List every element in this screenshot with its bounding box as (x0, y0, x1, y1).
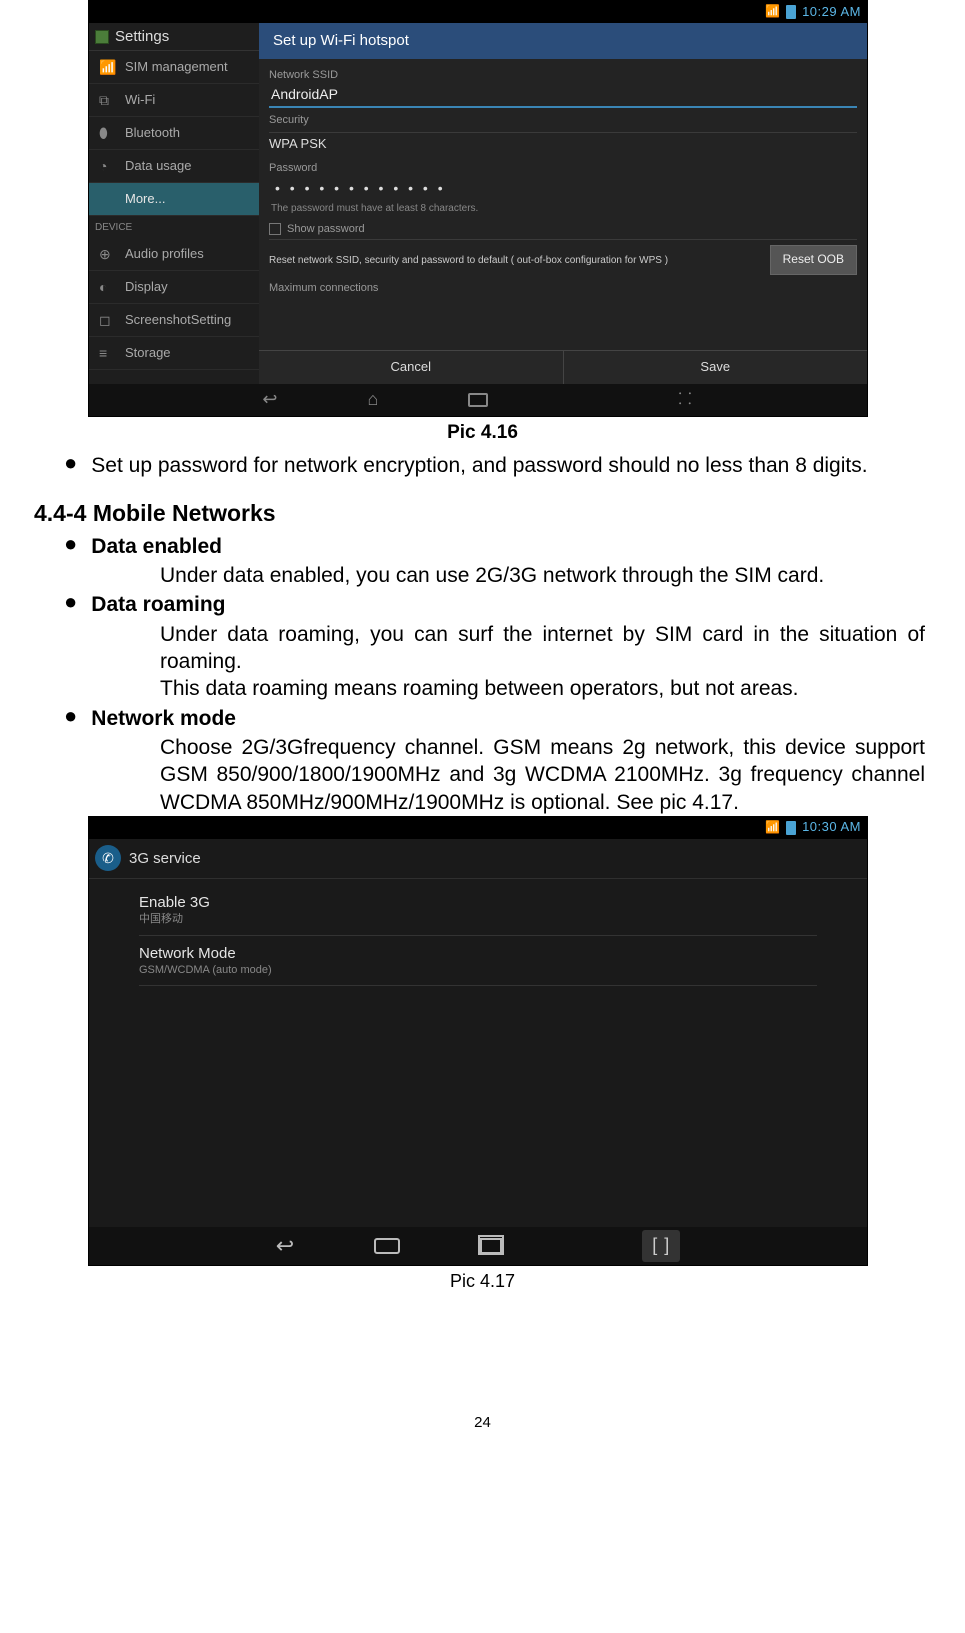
battery-icon (786, 821, 796, 835)
sidebar-item-label: Storage (125, 345, 171, 362)
usage-icon: ◔ (99, 157, 115, 175)
caption-figure-2: Pic 4.17 (40, 1270, 925, 1293)
sim-icon: 📶 (99, 58, 115, 76)
show-password-label: Show password (287, 222, 365, 236)
sidebar-item-label: Data usage (125, 158, 192, 175)
body-text: Under data enabled, you can use 2G/3G ne… (160, 562, 925, 589)
bullet-icon: ● (64, 705, 77, 732)
phone-icon: ✆ (95, 845, 121, 871)
settings-title-label: Settings (115, 27, 169, 47)
page-number: 24 (40, 1413, 925, 1433)
password-label: Password (269, 161, 857, 175)
signal-icon: 📶 (765, 820, 780, 836)
sidebar-item-storage[interactable]: ≡ Storage (89, 337, 259, 370)
settings-icon (95, 30, 109, 44)
status-bar: 📶 10:30 AM (89, 817, 867, 839)
security-label: Security (269, 113, 857, 127)
show-password-checkbox[interactable]: Show password (269, 219, 857, 239)
section-heading: 4.4-4 Mobile Networks (34, 499, 925, 529)
recent-icon[interactable] (468, 393, 488, 407)
body-text: Under data roaming, you can surf the int… (160, 621, 925, 676)
sidebar-item-label: Display (125, 279, 168, 296)
sidebar-item-label: Audio profiles (125, 246, 204, 263)
reset-text: Reset network SSID, security and passwor… (269, 254, 762, 267)
sidebar-item-label: SIM management (125, 59, 228, 76)
home-icon[interactable]: ⌂ (367, 388, 378, 411)
list-item-network-mode[interactable]: Network Mode GSM/WCDMA (auto mode) (139, 936, 817, 987)
clock: 10:30 AM (802, 819, 861, 836)
item-title: Enable 3G (139, 893, 817, 913)
bluetooth-icon: ⬮ (99, 124, 115, 142)
password-hint: The password must have at least 8 charac… (271, 202, 857, 215)
sidebar-item-display[interactable]: ◐ Display (89, 271, 259, 304)
max-conn-label: Maximum connections (269, 281, 857, 295)
signal-icon: 📶 (765, 4, 780, 20)
item-subtitle: 中国移动 (139, 912, 817, 926)
hotspot-dialog: Set up Wi-Fi hotspot Network SSID Androi… (259, 23, 867, 384)
display-icon: ◐ (99, 278, 115, 296)
security-select[interactable]: WPA PSK (269, 132, 857, 156)
nav-bar: ↩ [ ] (89, 1227, 867, 1265)
bullet-icon: ● (64, 533, 77, 560)
storage-icon: ≡ (99, 344, 115, 362)
sidebar-item-label: More... (125, 191, 165, 208)
screenshot-3g-service: 📶 10:30 AM ✆ 3G service Enable 3G 中国移动 N… (88, 816, 868, 1266)
sidebar-item-label: ScreenshotSetting (125, 312, 231, 329)
sidebar-item-sim[interactable]: 📶 SIM management (89, 51, 259, 84)
ssid-label: Network SSID (269, 68, 857, 82)
bullet-icon: ● (64, 591, 77, 618)
screen-title-row: ✆ 3G service (89, 839, 867, 879)
sidebar-item-data-usage[interactable]: ◔ Data usage (89, 150, 259, 183)
home-icon[interactable] (374, 1238, 400, 1254)
body-text: Set up password for network encryption, … (91, 452, 925, 479)
sidebar-item-bluetooth[interactable]: ⬮ Bluetooth (89, 117, 259, 150)
settings-title: Settings (89, 23, 259, 51)
subheading: Data roaming (91, 591, 925, 618)
ssid-input[interactable]: AndroidAP (269, 82, 857, 108)
expand-icon[interactable]: [ ] (642, 1230, 680, 1261)
list-item-enable-3g[interactable]: Enable 3G 中国移动 (139, 885, 817, 936)
recent-icon[interactable] (480, 1238, 502, 1254)
wifi-icon: ⧉ (99, 91, 115, 109)
subheading: Data enabled (91, 533, 925, 560)
sidebar-item-audio[interactable]: ⊕ Audio profiles (89, 238, 259, 271)
item-subtitle: GSM/WCDMA (auto mode) (139, 963, 817, 977)
sidebar-item-label: Wi-Fi (125, 92, 155, 109)
sidebar-item-more[interactable]: More... (89, 183, 259, 216)
body-text: This data roaming means roaming between … (160, 675, 925, 702)
caption-figure-1: Pic 4.16 (40, 421, 925, 446)
sidebar-item-screenshot[interactable]: ◻ ScreenshotSetting (89, 304, 259, 337)
reset-oob-button[interactable]: Reset OOB (770, 245, 857, 275)
back-icon[interactable]: ↩ (276, 1232, 294, 1261)
checkbox-icon (269, 223, 281, 235)
battery-icon (786, 5, 796, 19)
subheading: Network mode (91, 705, 925, 732)
nav-bar: ↩ ⌂ ⸬ (89, 384, 867, 416)
expand-icon[interactable]: ⸬ (678, 390, 693, 411)
body-text: Choose 2G/3Gfrequency channel. GSM means… (160, 734, 925, 816)
screenshot-wifi-hotspot: 📶 10:29 AM Settings 📶 SIM management ⧉ W… (88, 0, 868, 417)
screen-title: 3G service (129, 849, 201, 869)
sidebar-item-label: Bluetooth (125, 125, 180, 142)
sidebar-section-device: DEVICE (89, 216, 259, 238)
sidebar-item-wifi[interactable]: ⧉ Wi-Fi (89, 84, 259, 117)
back-icon[interactable]: ↩ (262, 388, 277, 411)
bullet-icon: ● (64, 452, 77, 479)
screenshot-icon: ◻ (99, 311, 115, 329)
item-title: Network Mode (139, 944, 817, 964)
cancel-button[interactable]: Cancel (259, 351, 564, 384)
password-input[interactable]: • • • • • • • • • • • • (269, 175, 857, 201)
save-button[interactable]: Save (564, 351, 868, 384)
dialog-title: Set up Wi-Fi hotspot (259, 23, 867, 59)
clock: 10:29 AM (802, 4, 861, 21)
status-bar: 📶 10:29 AM (89, 1, 867, 23)
audio-icon: ⊕ (99, 245, 115, 263)
